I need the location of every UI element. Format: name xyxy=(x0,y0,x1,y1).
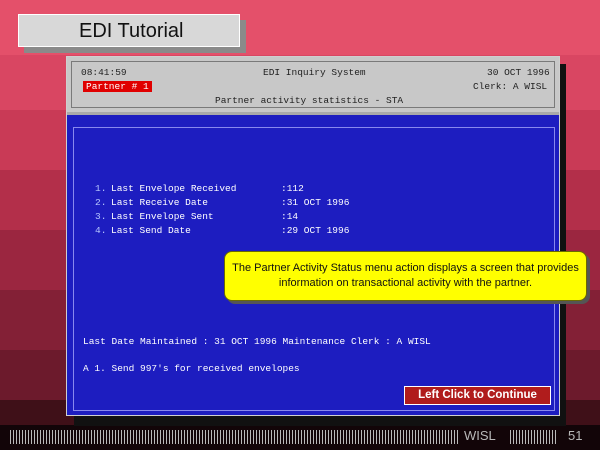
stat-row: 4. Last Send Date :29 OCT 1996 xyxy=(95,225,349,236)
tutorial-title: EDI Tutorial xyxy=(79,20,184,42)
tutorial-title-box: EDI Tutorial xyxy=(18,14,240,47)
system-name: EDI Inquiry System xyxy=(263,67,366,78)
screen-title: Partner activity statistics - STA xyxy=(215,95,404,106)
terminal-date: 30 OCT 1996 xyxy=(487,67,550,78)
stat-label: Last Envelope Received xyxy=(111,183,237,194)
footer-brand: WISL xyxy=(464,428,496,443)
footer-bars-right xyxy=(510,430,558,444)
stat-row: 1. Last Envelope Received :112 xyxy=(95,183,304,194)
stat-value: :14 xyxy=(281,211,299,222)
stat-number: 4. xyxy=(95,225,107,236)
stat-value: :112 xyxy=(281,183,304,194)
stat-value: :29 OCT 1996 xyxy=(281,225,350,236)
partner-badge: Partner # 1 xyxy=(83,81,152,92)
footer-bars-left xyxy=(10,430,458,444)
stat-number: 3. xyxy=(95,211,107,222)
option-send-997: A 1. Send 997's for received envelopes xyxy=(83,363,300,374)
terminal-header: 08:41:59 EDI Inquiry System 30 OCT 1996 … xyxy=(67,57,559,115)
clerk-label: Clerk: A WISL xyxy=(473,81,548,92)
stat-label: Last Receive Date xyxy=(111,197,208,208)
continue-button[interactable]: Left Click to Continue xyxy=(404,386,551,405)
stat-number: 2. xyxy=(95,197,107,208)
tutorial-callout: The Partner Activity Status menu action … xyxy=(224,251,587,301)
stat-row: 2. Last Receive Date :31 OCT 1996 xyxy=(95,197,349,208)
terminal-screen: 08:41:59 EDI Inquiry System 30 OCT 1996 … xyxy=(66,56,560,416)
stat-value: :31 OCT 1996 xyxy=(281,197,350,208)
maintenance-info: Last Date Maintained : 31 OCT 1996 Maint… xyxy=(83,336,431,347)
terminal-time: 08:41:59 xyxy=(81,67,127,78)
stat-row: 3. Last Envelope Sent :14 xyxy=(95,211,298,222)
page-number: 51 xyxy=(568,428,583,443)
stat-label: Last Send Date xyxy=(111,225,191,236)
continue-button-label: Left Click to Continue xyxy=(418,389,537,401)
callout-text: The Partner Activity Status menu action … xyxy=(232,262,579,289)
stat-label: Last Envelope Sent xyxy=(111,211,214,222)
stat-number: 1. xyxy=(95,183,107,194)
